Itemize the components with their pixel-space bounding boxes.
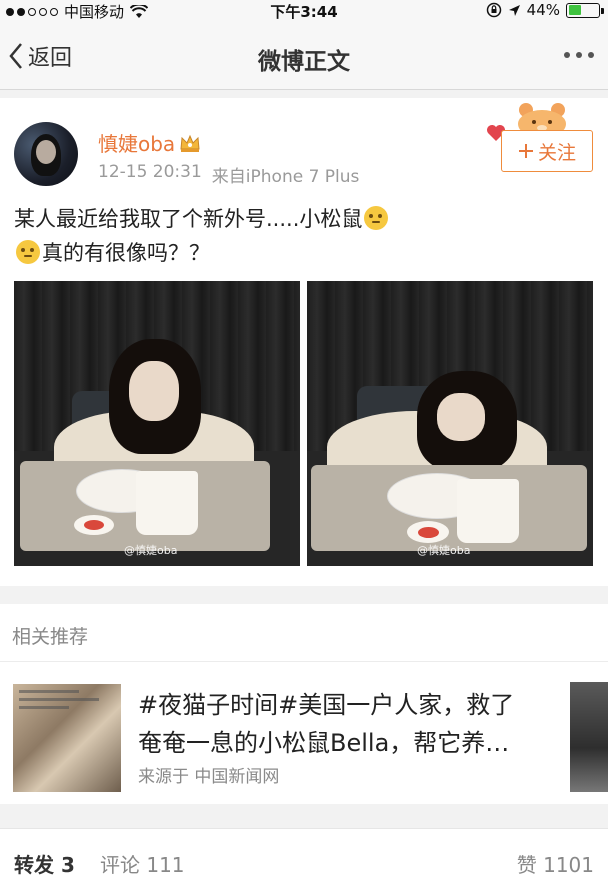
navigation-bar: 返回 微博正文 [0,22,608,90]
comment-tab[interactable]: 评论 111 [100,849,185,878]
repost-tab[interactable]: 转发 3 [14,849,75,878]
more-dot-icon [564,52,570,58]
follow-button[interactable]: 关注 [501,130,593,172]
image-watermark: @慎婕oba [417,544,471,557]
follow-button-label: 关注 [537,141,576,164]
post-text: 某人最近给我取了个新外号.....小松鼠 真的有很像吗？？ [14,202,594,270]
sleepy-emoji-icon [364,206,389,230]
like-tab[interactable]: 赞 1101 [517,849,594,878]
crown-badge-icon [180,134,200,152]
more-dot-icon [576,52,582,58]
username[interactable]: 慎婕oba [98,128,175,157]
related-source: 来源于 中国新闻网 [138,767,280,787]
post-image[interactable]: @慎婕oba [307,281,593,566]
orientation-lock-icon [486,2,501,18]
status-bar: 中国移动 下午3:44 44% [0,0,608,22]
post-meta: 12-15 20:31 来自iPhone 7 Plus [98,162,359,187]
bear-decoration-icon [518,103,566,134]
username-row: 慎婕oba [98,128,201,157]
avatar[interactable] [14,122,78,186]
related-section-header: 相关推荐 [0,604,608,662]
more-dot-icon [588,52,594,58]
related-thumbnail [13,684,121,792]
post-text-line-2: 真的有很像吗？？ [14,236,594,270]
smile-emoji-icon [16,240,40,264]
related-item[interactable]: #夜猫子时间#美国一户人家，救了 奄奄一息的小松鼠Bella，帮它养… 来源于 … [0,662,608,804]
action-bar: 转发 3 评论 111 赞 1101 [0,828,608,885]
post-card: 慎婕oba 12-15 20:31 来自iPhone 7 Plus 关注 某人最… [0,98,608,586]
image-watermark: @慎婕oba [124,544,178,557]
related-title: 相关推荐 [12,626,89,648]
location-arrow-icon [508,4,520,16]
status-right: 44% [486,1,604,19]
post-text-line-1: 某人最近给我取了个新外号.....小松鼠 [14,202,594,236]
plus-icon [518,144,533,158]
post-image[interactable]: @慎婕oba [14,281,300,566]
page-title: 微博正文 [258,49,350,75]
post-source: 来自iPhone 7 Plus [211,167,360,187]
related-headline: #夜猫子时间#美国一户人家，救了 奄奄一息的小松鼠Bella，帮它养… [138,691,515,757]
battery-icon [566,2,604,18]
more-options-button[interactable] [564,52,594,58]
battery-percent: 44% [526,1,560,19]
next-related-thumbnail[interactable] [570,682,608,792]
post-timestamp: 12-15 20:31 [98,162,202,182]
battery-level-fill [568,5,582,15]
